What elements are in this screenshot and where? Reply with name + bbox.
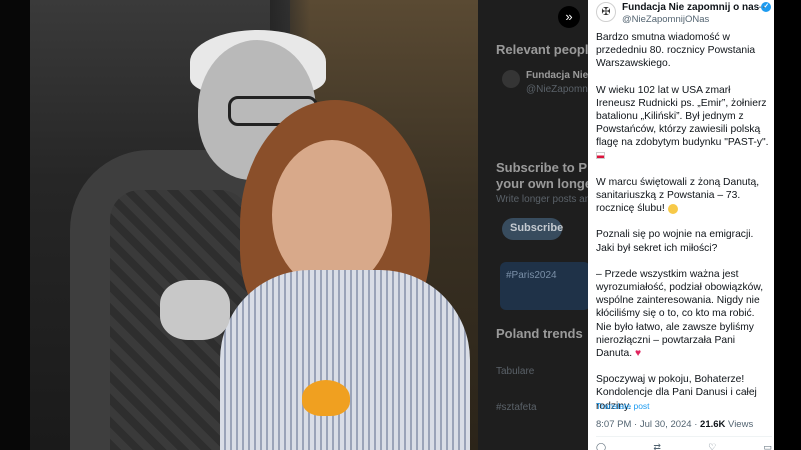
post-timestamp[interactable]: 8:07 PM · Jul 30, 2024 · bbox=[596, 419, 700, 430]
views-label: Views bbox=[725, 419, 754, 430]
tweet-paragraph: – Przede wszystkim ważna jest wyrozumiał… bbox=[596, 268, 764, 360]
bookmark-icon[interactable]: ▭ bbox=[763, 442, 772, 450]
account-avatar[interactable]: ✠ bbox=[596, 2, 616, 22]
tweet-paragraph: W marcu świętowali z żoną Danutą, sanita… bbox=[596, 176, 760, 215]
translate-post-link[interactable]: Translate post bbox=[596, 401, 650, 411]
relevant-account-name: Fundacja Nie z bbox=[526, 70, 588, 81]
smiling-face-emoji bbox=[667, 203, 678, 214]
account-name-row[interactable]: Fundacja Nie zapomnij o nas ✓ bbox=[622, 2, 772, 13]
more-icon[interactable]: ⋯ bbox=[754, 0, 766, 14]
subscribe-desc: Write longer posts and bbox=[496, 194, 588, 205]
like-icon[interactable]: ♡ bbox=[708, 442, 716, 450]
reply-icon[interactable]: ◯ bbox=[596, 442, 606, 450]
tweet-paragraph: W wieku 102 lat w USA zmarł Ireneusz Rud… bbox=[596, 84, 772, 163]
trend-item: #sztafeta bbox=[496, 402, 537, 413]
relevant-account-handle: @NieZapomnijONas bbox=[526, 84, 588, 95]
tweet-paragraph: Poznali się po wojnie na emigracji. Jaki… bbox=[596, 229, 754, 254]
promo-card-label: #Paris2024 bbox=[506, 270, 557, 281]
viewport-edge bbox=[774, 0, 801, 450]
tweet-text: Bardzo smutna wiadomość w przededniu 80.… bbox=[596, 31, 772, 426]
subscribe-button-label: Subscribe bbox=[510, 222, 564, 234]
tweet-paragraph: Bardzo smutna wiadomość w przededniu 80.… bbox=[596, 32, 756, 70]
relevant-people-heading: Relevant people bbox=[496, 42, 588, 57]
poland-flag-emoji bbox=[596, 152, 605, 160]
subscribe-heading: Subscribe to P bbox=[496, 160, 588, 175]
action-bar: ◯ ⇄ ♡ ▭ bbox=[596, 442, 772, 450]
red-heart-emoji: ♥ bbox=[634, 348, 642, 360]
post-photo[interactable] bbox=[30, 0, 478, 450]
account-name[interactable]: Fundacja Nie zapomnij o nas bbox=[622, 2, 759, 13]
orange-slice bbox=[302, 380, 350, 416]
trends-heading: Poland trends bbox=[496, 326, 583, 341]
subscribe-heading-line2: your own longe bbox=[496, 176, 588, 191]
repost-icon[interactable]: ⇄ bbox=[653, 442, 661, 450]
post-media[interactable] bbox=[0, 0, 478, 450]
views-count: 21.6K bbox=[700, 419, 726, 430]
right-sidebar-dimmed: Relevant people Fundacja Nie z @NieZapom… bbox=[478, 0, 588, 450]
expand-icon[interactable]: » bbox=[558, 6, 580, 28]
avatar bbox=[502, 70, 520, 88]
tweet-panel: ✠ Fundacja Nie zapomnij o nas ✓ @NieZapom… bbox=[588, 0, 774, 450]
divider bbox=[596, 436, 772, 437]
account-handle[interactable]: @NieZapomnijONas bbox=[622, 14, 709, 25]
trend-item: Tabulare bbox=[496, 366, 535, 377]
post-metadata: 8:07 PM · Jul 30, 2024 · 21.6K Views bbox=[596, 419, 753, 430]
